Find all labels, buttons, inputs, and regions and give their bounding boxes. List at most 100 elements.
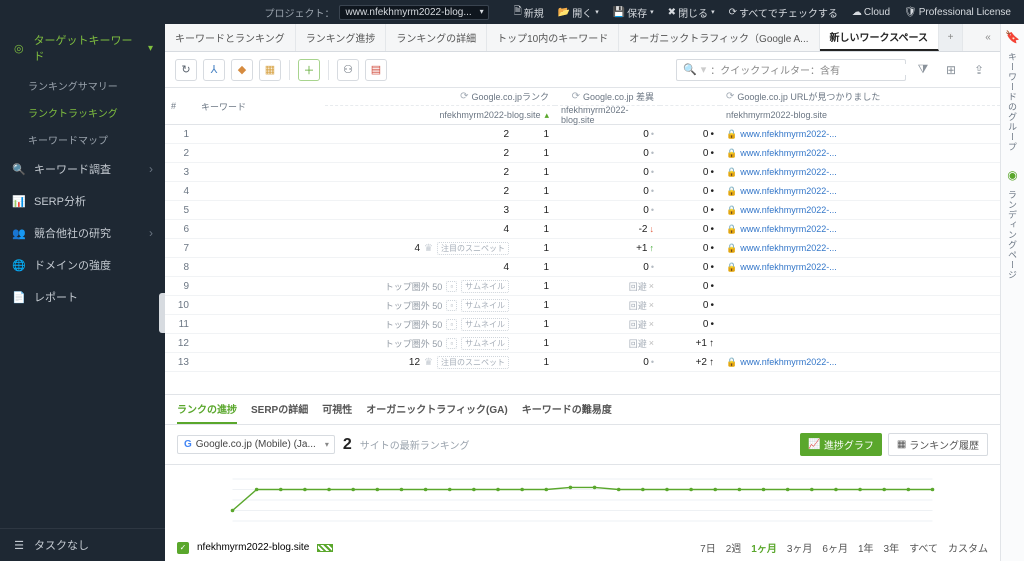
- right-panel-keyword-groups[interactable]: キーワードのグループ: [1006, 52, 1019, 152]
- range-option[interactable]: 1ヶ月: [751, 540, 777, 555]
- th-keyword[interactable]: キーワード: [195, 88, 325, 124]
- table-row[interactable]: 3210•0•🔒www.nfekhmyrm2022-...: [165, 163, 1000, 182]
- lock-icon: 🔒: [726, 262, 737, 273]
- sidebar-collapse-handle[interactable]: [159, 293, 165, 333]
- range-option[interactable]: 1年: [858, 540, 874, 555]
- grid-button[interactable]: ⊞: [940, 59, 962, 81]
- filter-button[interactable]: ⧩: [912, 59, 934, 81]
- detail-tab[interactable]: SERPの詳細: [251, 401, 308, 424]
- quick-filter[interactable]: 🔍 ▾ ：クイックフィルター：含有: [676, 59, 906, 81]
- cell-diff-b: 0•: [660, 186, 720, 197]
- table-row[interactable]: 9トップ圏外 50▫サムネイル1回避×0•: [165, 277, 1000, 296]
- lock-icon: 🔒: [726, 357, 737, 368]
- table-row[interactable]: 74♛注目のスニペット1+1↑0•🔒www.nfekhmyrm2022-...: [165, 239, 1000, 258]
- sidebar-item-reports[interactable]: 📄レポート: [0, 281, 165, 313]
- sidebar-item-domain-strength[interactable]: 🌐ドメインの強度: [0, 249, 165, 281]
- search-engine-select[interactable]: G Google.co.jp (Mobile) (Ja...: [177, 435, 335, 454]
- cell-index: 4: [165, 186, 195, 197]
- tool-button-6[interactable]: ⚇: [337, 59, 359, 81]
- table-row[interactable]: 1312♛注目のスニペット10•+2↑🔒www.nfekhmyrm2022-..…: [165, 353, 1000, 372]
- sidebar-item-serp-analysis[interactable]: 📊SERP分析: [0, 185, 165, 217]
- check-all-button[interactable]: ⟳すべてでチェックする: [724, 5, 843, 20]
- table-row[interactable]: 11トップ圏外 50▫サムネイル1回避×0•: [165, 315, 1000, 334]
- workspace-tab[interactable]: オーガニックトラフィック（Google A...: [619, 24, 819, 51]
- range-option[interactable]: 3年: [884, 540, 900, 555]
- collapse-icon[interactable]: «: [976, 24, 1000, 51]
- new-button[interactable]: 🗎新規: [509, 4, 549, 21]
- detail-tab[interactable]: ランクの進捗: [177, 401, 237, 424]
- workspace-tab[interactable]: 新しいワークスペース: [820, 24, 940, 51]
- cell-diff-b: 0•: [660, 281, 720, 292]
- shield-icon: 🛡: [904, 7, 917, 18]
- add-tab-button[interactable]: +: [939, 24, 963, 51]
- tool-button-4[interactable]: ▦: [259, 59, 281, 81]
- bookmark-icon[interactable]: 🔖: [1005, 30, 1020, 44]
- detail-tab[interactable]: 可視性: [322, 401, 352, 424]
- result-url-link[interactable]: www.nfekhmyrm2022-...: [740, 186, 837, 196]
- save-button[interactable]: 💾保存▾: [608, 5, 659, 20]
- workspace-tab[interactable]: ランキング進捗: [296, 24, 387, 51]
- right-panel-landing-pages[interactable]: ランディングページ: [1006, 190, 1019, 280]
- cell-diff: 0•: [555, 186, 660, 197]
- cell-index: 10: [165, 300, 195, 311]
- result-url-link[interactable]: www.nfekhmyrm2022-...: [740, 224, 837, 234]
- table-row[interactable]: 2210•0•🔒www.nfekhmyrm2022-...: [165, 144, 1000, 163]
- result-url-link[interactable]: www.nfekhmyrm2022-...: [740, 129, 837, 139]
- range-option[interactable]: 7日: [700, 540, 716, 555]
- cell-rank-b: 1: [515, 262, 555, 273]
- sidebar-sub-item[interactable]: キーワードマップ: [0, 126, 165, 153]
- cloud-button[interactable]: ☁Cloud: [847, 7, 895, 18]
- progress-graph-button[interactable]: 📈進捗グラフ: [800, 433, 881, 456]
- range-option[interactable]: カスタム: [948, 540, 988, 555]
- table-row[interactable]: 641-2↓0•🔒www.nfekhmyrm2022-...: [165, 220, 1000, 239]
- sidebar-sub-item[interactable]: ランクトラッキング: [0, 99, 165, 126]
- range-option[interactable]: すべて: [909, 540, 938, 555]
- workspace-tab[interactable]: ランキングの詳細: [386, 24, 487, 51]
- export-button[interactable]: ⇪: [968, 59, 990, 81]
- sidebar-item-tasks[interactable]: ☰タスクなし: [0, 528, 165, 561]
- result-url-link[interactable]: www.nfekhmyrm2022-...: [740, 148, 837, 158]
- cell-rank-b: 1: [515, 224, 555, 235]
- result-url-link[interactable]: www.nfekhmyrm2022-...: [740, 205, 837, 215]
- result-url-link[interactable]: www.nfekhmyrm2022-...: [740, 357, 837, 367]
- crown-icon: ♛: [424, 243, 433, 254]
- refresh-button[interactable]: ↻: [175, 59, 197, 81]
- range-option[interactable]: 3ヶ月: [787, 540, 813, 555]
- ranking-history-button[interactable]: ▦ランキング履歴: [888, 433, 988, 456]
- landing-icon[interactable]: ◉: [1007, 168, 1017, 182]
- range-option[interactable]: 2週: [726, 540, 742, 555]
- cell-rank-b: 1: [515, 281, 555, 292]
- grid-icon: ▦: [897, 439, 906, 450]
- result-url-link[interactable]: www.nfekhmyrm2022-...: [740, 167, 837, 177]
- sidebar-sub-item[interactable]: ランキングサマリー: [0, 72, 165, 99]
- sidebar-item-competitor[interactable]: 👥競合他社の研究: [0, 217, 165, 249]
- result-url-link[interactable]: www.nfekhmyrm2022-...: [740, 262, 837, 272]
- workspace-tab[interactable]: キーワードとランキング: [165, 24, 296, 51]
- open-button[interactable]: 📂開く▾: [553, 5, 604, 20]
- sidebar-item-keyword-research[interactable]: 🔍キーワード調査: [0, 153, 165, 185]
- table-row[interactable]: 4210•0•🔒www.nfekhmyrm2022-...: [165, 182, 1000, 201]
- license-badge[interactable]: 🛡Professional License: [899, 7, 1016, 18]
- add-button[interactable]: ＋: [298, 59, 320, 81]
- tool-button-3[interactable]: ◆: [231, 59, 253, 81]
- project-select[interactable]: www.nfekhmyrm2022-blog...: [339, 5, 489, 20]
- lock-icon: 🔒: [726, 205, 737, 216]
- lock-icon: 🔒: [726, 224, 737, 235]
- table-row[interactable]: 10トップ圏外 50▫サムネイル1回避×0•: [165, 296, 1000, 315]
- close-button[interactable]: ✖閉じる▾: [663, 5, 720, 20]
- detail-tab[interactable]: キーワードの難易度: [522, 401, 612, 424]
- sidebar-item-target-keywords[interactable]: ◎ターゲットキーワード▾: [0, 24, 165, 72]
- result-url-link[interactable]: www.nfekhmyrm2022-...: [740, 243, 837, 253]
- detail-tab[interactable]: オーガニックトラフィック(GA): [366, 401, 507, 424]
- series-checkbox[interactable]: ✓: [177, 542, 189, 554]
- table-row[interactable]: 12トップ圏外 50▫サムネイル1回避×+1↑: [165, 334, 1000, 353]
- th-index[interactable]: #: [165, 88, 195, 124]
- table-row[interactable]: 5310•0•🔒www.nfekhmyrm2022-...: [165, 201, 1000, 220]
- range-option[interactable]: 6ヶ月: [822, 540, 848, 555]
- cell-url: 🔒www.nfekhmyrm2022-...: [720, 224, 1000, 235]
- table-row[interactable]: 1210•0•🔒www.nfekhmyrm2022-...: [165, 125, 1000, 144]
- tool-button-2[interactable]: ⅄: [203, 59, 225, 81]
- workspace-tab[interactable]: トップ10内のキーワード: [487, 24, 619, 51]
- tool-button-7[interactable]: ▤: [365, 59, 387, 81]
- table-row[interactable]: 8410•0•🔒www.nfekhmyrm2022-...: [165, 258, 1000, 277]
